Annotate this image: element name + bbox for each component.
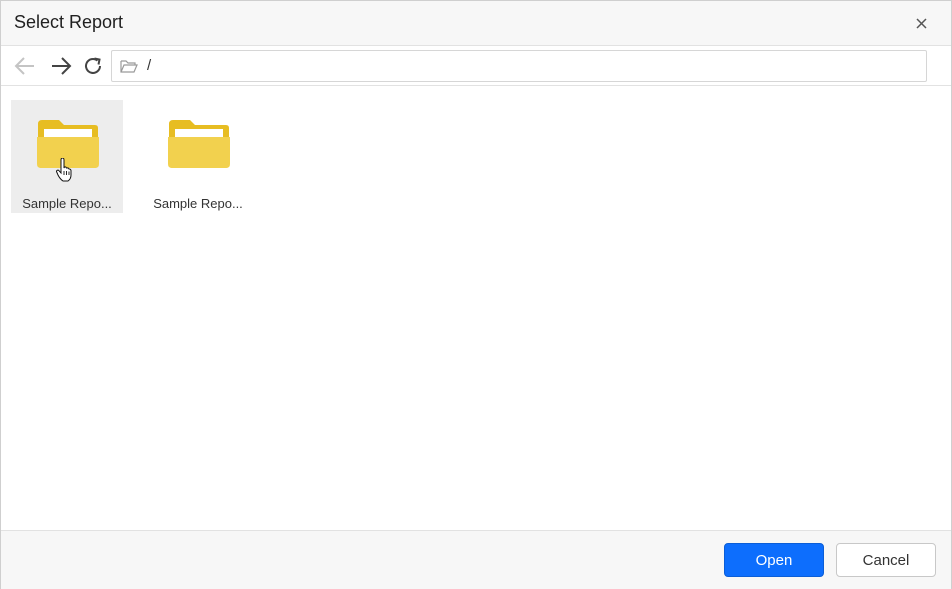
dialog-header: Select Report [1,1,951,46]
hand-pointer-icon [56,158,72,182]
arrow-left-icon [14,57,34,75]
dialog-title: Select Report [14,12,124,32]
folder-open-icon [120,60,138,73]
path-text: / [147,57,152,74]
folder-label: Sample Repo... [153,196,243,211]
select-report-dialog: Select Report / Sample Repo... Sample Re… [0,0,952,589]
open-button[interactable]: Open [724,543,824,577]
close-icon [915,17,927,29]
dialog-footer: Open Cancel [1,530,951,589]
folder-item[interactable]: Sample Repo... [11,100,123,213]
path-field[interactable]: / [111,50,927,82]
forward-button[interactable] [49,54,73,78]
file-list: Sample Repo... Sample Repo... [1,86,951,530]
arrow-right-icon [52,57,72,75]
back-button[interactable] [13,54,37,78]
folder-icon [168,120,230,168]
refresh-button[interactable] [81,54,105,78]
cancel-button[interactable]: Cancel [836,543,936,577]
refresh-icon [85,57,101,74]
close-button[interactable] [911,13,931,33]
navigation-toolbar: / [1,46,951,86]
folder-label: Sample Repo... [22,196,112,211]
folder-item[interactable]: Sample Repo... [142,100,254,213]
